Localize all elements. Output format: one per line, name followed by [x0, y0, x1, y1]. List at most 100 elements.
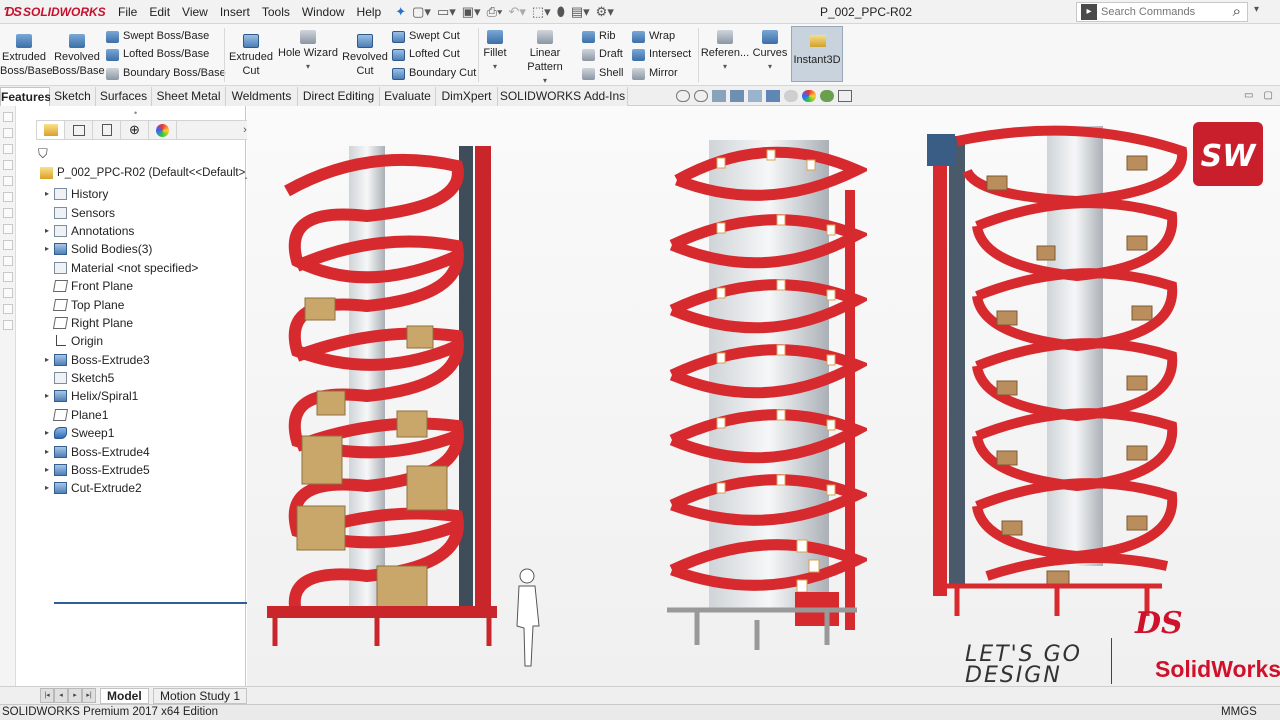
open-icon[interactable]: ▭▾ [437, 4, 456, 20]
strip-tool-icon[interactable] [3, 176, 13, 186]
search-commands[interactable]: ▸ ⌕ [1076, 2, 1248, 22]
revolved-boss-button[interactable]: Revolved Boss/Base [52, 34, 105, 78]
expand-arrow-icon[interactable]: ▸ [40, 240, 54, 258]
tree-item[interactable]: Top Plane [40, 295, 260, 313]
extruded-cut-button[interactable]: Extruded Cut [228, 34, 274, 78]
tab-model[interactable]: Model [100, 688, 149, 704]
strip-tool-icon[interactable] [3, 144, 13, 154]
tree-item[interactable]: Front Plane [40, 277, 260, 295]
reference-dropdown-icon[interactable]: ▾ [700, 60, 750, 74]
strip-tool-icon[interactable] [3, 272, 13, 282]
display-manager-tab-icon[interactable] [149, 121, 177, 139]
strip-tool-icon[interactable] [3, 112, 13, 122]
revolved-cut-button[interactable]: Revolved Cut [342, 34, 388, 78]
graphics-area[interactable]: SW LET'S GO DESIGN DS SolidWorks [247, 106, 1280, 686]
curves-button[interactable]: Curves ▾ [752, 30, 788, 74]
menu-insert[interactable]: Insert [214, 0, 256, 24]
last-tab-icon[interactable]: ▸| [82, 688, 96, 703]
tab-motion-study-1[interactable]: Motion Study 1 [153, 688, 248, 704]
hole-wizard-button[interactable]: Hole Wizard ▾ [276, 30, 340, 74]
edit-appearance-icon[interactable] [802, 90, 816, 102]
prev-tab-icon[interactable]: ◂ [54, 688, 68, 703]
zoom-to-fit-icon[interactable] [676, 90, 690, 102]
draft-button[interactable]: Draft [582, 46, 623, 63]
tree-item[interactable]: ▸ Sweep1 [40, 424, 260, 442]
search-icon[interactable]: ⌕ [1233, 3, 1241, 20]
command-search-icon[interactable]: ▸ [1081, 4, 1097, 20]
tree-item[interactable]: ▸ Boss-Extrude3 [40, 351, 260, 369]
apply-scene-icon[interactable] [820, 90, 834, 102]
tab-surfaces[interactable]: Surfaces [96, 87, 152, 106]
configuration-manager-tab-icon[interactable] [93, 121, 121, 139]
tab-weldments[interactable]: Weldments [226, 87, 298, 106]
menu-help[interactable]: Help [351, 0, 388, 24]
strip-tool-icon[interactable] [3, 288, 13, 298]
tree-item[interactable]: Origin [40, 332, 260, 350]
boundary-cut-button[interactable]: Boundary Cut [392, 65, 476, 82]
new-document-icon[interactable]: ▢▾ [412, 4, 431, 20]
strip-tool-icon[interactable] [3, 240, 13, 250]
file-properties-icon[interactable]: ▤▾ [571, 4, 590, 20]
feature-manager-tab-icon[interactable] [37, 121, 65, 139]
tree-item[interactable]: Material <not specified> [40, 259, 260, 277]
tab-dimxpert[interactable]: DimXpert [436, 87, 498, 106]
display-style-icon[interactable] [766, 90, 780, 102]
menu-window[interactable]: Window [296, 0, 351, 24]
mirror-button[interactable]: Mirror [632, 65, 678, 82]
linear-pattern-button[interactable]: Linear Pattern ▾ [512, 30, 578, 88]
next-tab-icon[interactable]: ▸ [68, 688, 82, 703]
reference-geometry-button[interactable]: Referen... ▾ [700, 30, 750, 74]
menu-edit[interactable]: Edit [143, 0, 176, 24]
expand-arrow-icon[interactable]: ▸ [40, 185, 54, 203]
view-settings-icon[interactable] [838, 90, 852, 102]
instant3d-button[interactable]: Instant3D [791, 26, 843, 82]
select-icon[interactable]: ⬚▾ [532, 4, 551, 20]
units-button[interactable]: MMGS [1221, 705, 1257, 720]
tree-item[interactable]: ▸ Annotations [40, 222, 260, 240]
tab-direct-editing[interactable]: Direct Editing [298, 87, 380, 106]
shell-button[interactable]: Shell [582, 65, 623, 82]
print-icon[interactable]: ⎙▾ [487, 4, 503, 20]
first-tab-icon[interactable]: |◂ [40, 688, 54, 703]
hole-wizard-dropdown-icon[interactable]: ▾ [276, 60, 340, 74]
tree-item[interactable]: ▸ History [40, 185, 260, 203]
swept-cut-button[interactable]: Swept Cut [392, 28, 460, 45]
wrap-button[interactable]: Wrap [632, 28, 675, 45]
fillet-dropdown-icon[interactable]: ▾ [480, 60, 510, 74]
expand-arrow-icon[interactable]: ▸ [40, 351, 54, 369]
lofted-boss-button[interactable]: Lofted Boss/Base [106, 46, 209, 63]
tree-item[interactable]: ▸ Solid Bodies(3) [40, 240, 260, 258]
menu-file[interactable]: File [112, 0, 143, 24]
expand-arrow-icon[interactable]: ▸ [40, 461, 54, 479]
tab-evaluate[interactable]: Evaluate [380, 87, 436, 106]
pin-icon[interactable]: ✦ [395, 4, 406, 20]
tree-item[interactable]: ▸ Boss-Extrude4 [40, 442, 260, 460]
lofted-cut-button[interactable]: Lofted Cut [392, 46, 460, 63]
fillet-button[interactable]: Fillet ▾ [480, 30, 510, 74]
strip-tool-icon[interactable] [3, 128, 13, 138]
save-icon[interactable]: ▣▾ [462, 4, 481, 20]
extruded-boss-button[interactable]: Extruded Boss/Base [0, 34, 53, 78]
tree-item[interactable]: ▸ Boss-Extrude5 [40, 461, 260, 479]
search-dropdown-icon[interactable]: ▾ [1254, 4, 1259, 15]
rollback-bar[interactable] [54, 602, 260, 604]
boundary-boss-button[interactable]: Boundary Boss/Base [106, 65, 226, 82]
expand-arrow-icon[interactable]: ▸ [40, 424, 54, 442]
solidworks-logo[interactable]: ƊS SOLIDWORKS [0, 4, 112, 19]
search-input[interactable] [1101, 6, 1221, 18]
curves-dropdown-icon[interactable]: ▾ [752, 60, 788, 74]
section-view-icon[interactable] [730, 90, 744, 102]
previous-view-icon[interactable] [712, 90, 726, 102]
expand-arrow-icon[interactable]: ▸ [40, 479, 54, 497]
menu-tools[interactable]: Tools [256, 0, 296, 24]
tab-features[interactable]: Features [0, 87, 51, 106]
tree-item[interactable]: ▸ Helix/Spiral1 [40, 387, 260, 405]
maximize-viewport-icon[interactable]: ▢ [1263, 90, 1272, 101]
restore-viewport-icon[interactable]: ▭ [1244, 90, 1253, 101]
strip-tool-icon[interactable] [3, 256, 13, 266]
tree-item[interactable]: Plane1 [40, 406, 260, 424]
tree-item[interactable]: Sensors [40, 203, 260, 221]
undo-icon[interactable]: ↶▾ [508, 4, 525, 20]
zoom-to-area-icon[interactable] [694, 90, 708, 102]
rebuild-icon[interactable]: ⬮ [557, 4, 565, 20]
